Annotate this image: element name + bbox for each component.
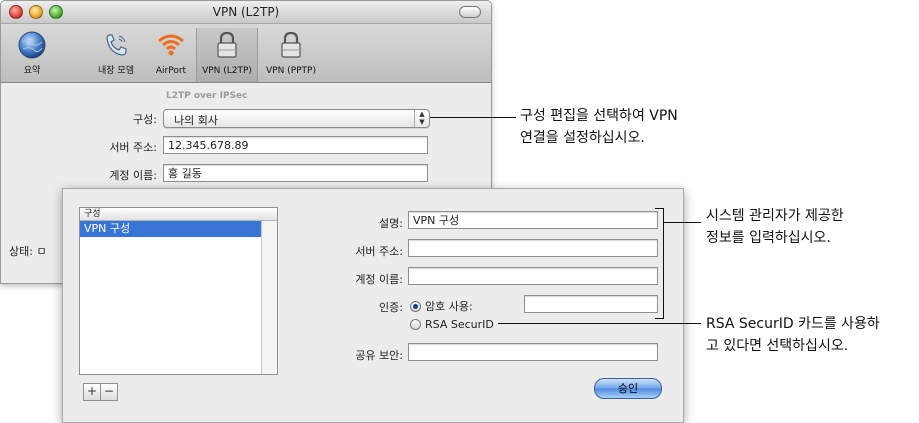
rsa-radio[interactable]	[410, 319, 421, 330]
section-label: L2TP over IPSec	[166, 91, 248, 101]
remove-button[interactable]: −	[101, 383, 118, 401]
phone-icon	[106, 34, 127, 56]
shared-secret-label: 공유 보안:	[355, 349, 403, 362]
configuration-list[interactable]: 구성 VPN 구성	[79, 207, 278, 375]
status-label: 상태: ㅁ	[9, 245, 47, 258]
config-label: 구성:	[133, 113, 157, 126]
window-title: VPN (L2TP)	[212, 5, 280, 19]
toolbar-item-summary[interactable]: 요약	[11, 28, 53, 82]
list-item[interactable]: VPN 구성	[80, 221, 261, 237]
sheet-account-label: 계정 이름:	[355, 273, 403, 286]
password-radio-label: 암호 사용:	[425, 300, 473, 313]
toolbar-item-vpn-pptp[interactable]: VPN (PPTP)	[260, 28, 322, 82]
password-radio[interactable]	[410, 300, 421, 312]
callout-admin-line2: 정보를 입력하십시오.	[706, 230, 831, 246]
toolbar-label-airport: AirPort	[155, 66, 187, 76]
toolbar-label-summary: 요약	[23, 66, 41, 76]
config-value: 나의 회사	[174, 114, 218, 127]
sheet-account-field[interactable]	[408, 267, 658, 285]
callout-bracket-admin	[663, 208, 664, 319]
wifi-icon	[158, 34, 184, 56]
chevron-updown-icon: ▲ ▼	[414, 110, 429, 127]
padlock-icon	[281, 31, 301, 58]
rsa-radio-label: RSA SecurID	[425, 318, 494, 331]
title-bar[interactable]: VPN (L2TP)	[1, 1, 491, 24]
add-remove-buttons: + −	[83, 383, 118, 401]
callout-admin-line1: 시스템 관리자가 제공한	[706, 208, 844, 224]
callout-leader-rsa	[498, 323, 701, 324]
sheet-server-field[interactable]	[408, 239, 658, 257]
callout-rsa: RSA SecurID 카드를 사용하 고 있다면 선택하십시오.	[706, 313, 880, 357]
password-field[interactable]	[524, 295, 658, 313]
server-label: 서버 주소:	[109, 141, 157, 154]
callout-bracket-top	[655, 208, 664, 209]
callout-leader-config	[430, 117, 516, 118]
callout-bracket-bottom	[655, 318, 664, 319]
account-field[interactable]: 홍 길동	[163, 164, 428, 182]
auth-rsa-option[interactable]: RSA SecurID	[410, 318, 494, 331]
globe-icon	[18, 31, 46, 59]
add-button[interactable]: +	[83, 383, 101, 401]
description-label: 설명:	[379, 217, 403, 230]
toolbar-item-vpn-l2tp[interactable]: VPN (L2TP)	[196, 28, 258, 82]
vpn-configuration-sheet: 구성 VPN 구성 + − 설명: VPN 구성 서버 주소: 계정 이름: 인…	[62, 188, 684, 423]
toolbar-label-modem: 내장 모뎀	[98, 66, 134, 76]
callout-config-line1: 구성 편집을 선택하여 VPN	[520, 108, 678, 124]
padlock-icon	[217, 31, 237, 58]
toolbar-label-vpn-l2tp: VPN (L2TP)	[202, 66, 252, 76]
callout-rsa-line1: RSA SecurID 카드를 사용하	[706, 316, 880, 332]
auth-label: 인증:	[379, 301, 403, 314]
toolbar: 요약 내장 모뎀 AirPort VPN (L2TP) VPN (PPTP)	[1, 24, 491, 83]
callout-admin: 시스템 관리자가 제공한 정보를 입력하십시오.	[706, 205, 844, 249]
callout-rsa-line2: 고 있다면 선택하십시오.	[706, 338, 849, 354]
description-field[interactable]: VPN 구성	[408, 211, 658, 229]
list-header: 구성	[80, 208, 277, 221]
toolbar-label-vpn-pptp: VPN (PPTP)	[266, 66, 316, 76]
ok-button[interactable]: 승인	[594, 378, 662, 399]
callout-leader-admin	[663, 222, 701, 223]
account-label: 계정 이름:	[109, 169, 157, 182]
toolbar-toggle-button[interactable]	[459, 6, 481, 18]
sheet-server-label: 서버 주소:	[355, 245, 403, 258]
toolbar-item-airport[interactable]: AirPort	[149, 28, 193, 82]
shared-secret-field[interactable]	[408, 343, 658, 361]
toolbar-item-modem[interactable]: 내장 모뎀	[87, 28, 145, 82]
auth-password-option[interactable]: 암호 사용:	[410, 298, 473, 314]
callout-config: 구성 편집을 선택하여 VPN 연결을 설정하십시오.	[520, 105, 678, 149]
config-popup[interactable]: 나의 회사 ▲ ▼	[163, 109, 430, 128]
server-field[interactable]: 12.345.678.89	[163, 136, 428, 154]
callout-config-line2: 연결을 설정하십시오.	[520, 130, 645, 146]
